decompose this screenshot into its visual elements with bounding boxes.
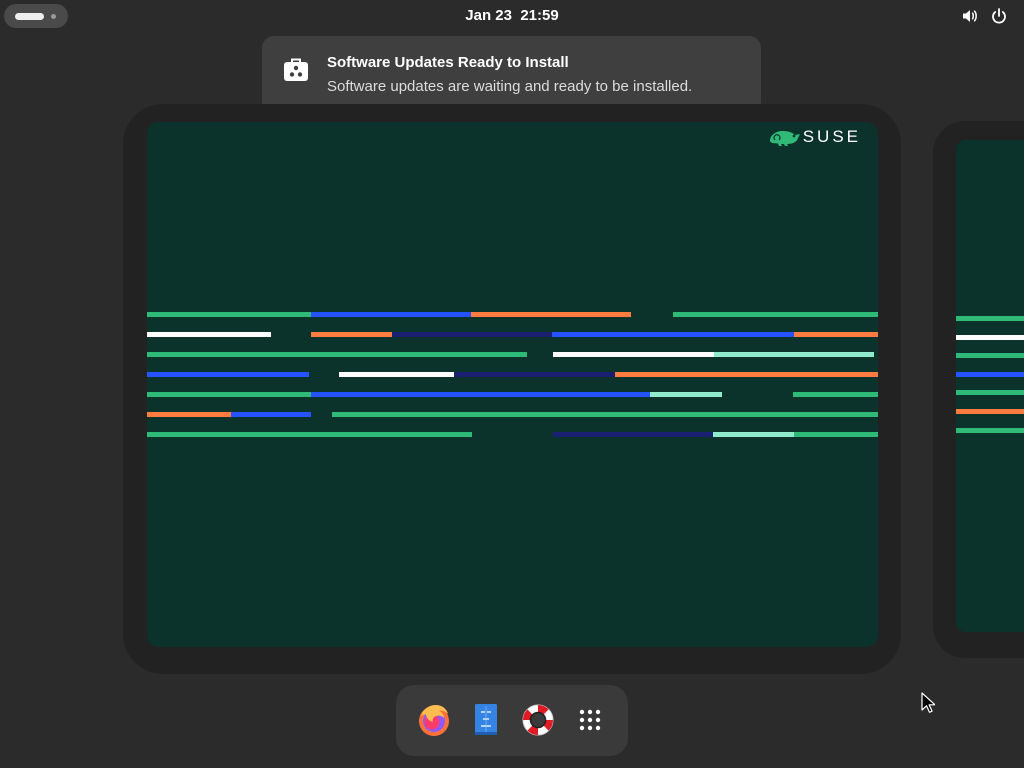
text-editor-icon[interactable]	[468, 702, 504, 738]
stripe	[956, 409, 1024, 414]
stripe	[231, 412, 311, 417]
stripe	[311, 312, 471, 317]
stripe	[471, 312, 631, 317]
mouse-cursor-icon	[921, 692, 935, 714]
stripe	[311, 392, 650, 397]
stripe	[553, 432, 713, 437]
notification-body: Software updates are waiting and ready t…	[327, 78, 693, 95]
volume-icon[interactable]	[961, 7, 979, 25]
stripe	[714, 352, 874, 357]
suse-logo: SUSE	[769, 127, 861, 146]
notification-banner[interactable]: Software Updates Ready to Install Softwa…	[262, 36, 761, 113]
stripe	[147, 432, 472, 437]
stripe	[147, 312, 311, 317]
stripe	[956, 390, 1024, 395]
stripe	[332, 412, 878, 417]
suse-logo-text: SUSE	[802, 127, 861, 146]
clock-time: 21:59	[520, 7, 559, 24]
stripe	[147, 412, 231, 417]
stripe	[615, 372, 878, 377]
stripe	[650, 392, 722, 397]
notification-title: Software Updates Ready to Install	[327, 54, 569, 71]
stripe	[552, 332, 794, 337]
dash	[396, 685, 628, 756]
stripe	[392, 332, 552, 337]
stripe	[794, 432, 878, 437]
firefox-icon[interactable]	[416, 702, 452, 738]
stripe	[956, 316, 1024, 321]
stripe	[956, 428, 1024, 433]
stripe	[311, 332, 392, 337]
clock-date: Jan 23	[465, 7, 512, 24]
stripe	[553, 352, 714, 357]
stripe	[339, 372, 454, 377]
stripe	[454, 372, 615, 377]
chameleon-icon	[769, 131, 800, 146]
stripe	[147, 352, 527, 357]
stripe	[147, 392, 311, 397]
stripe	[793, 392, 878, 397]
stripe	[713, 432, 794, 437]
clock[interactable]: Jan 23 21:59	[412, 0, 612, 32]
stripe	[956, 335, 1024, 340]
show-apps-icon[interactable]	[572, 702, 608, 738]
stripe	[956, 353, 1024, 358]
active-workspace-indicator	[15, 13, 44, 20]
stripe	[956, 372, 1024, 377]
help-icon[interactable]	[520, 702, 556, 738]
workspace-thumbnail[interactable]: SUSE	[147, 122, 878, 647]
workspace-dot	[51, 14, 56, 19]
stripe	[673, 312, 878, 317]
stripe	[147, 372, 309, 377]
software-store-icon	[282, 55, 310, 83]
stripe	[147, 332, 271, 337]
activities-button[interactable]	[4, 4, 68, 28]
stripe	[794, 332, 878, 337]
workspace-thumbnail-2[interactable]	[956, 140, 1024, 632]
top-bar: Jan 23 21:59	[0, 0, 1024, 32]
power-icon[interactable]	[990, 7, 1008, 25]
